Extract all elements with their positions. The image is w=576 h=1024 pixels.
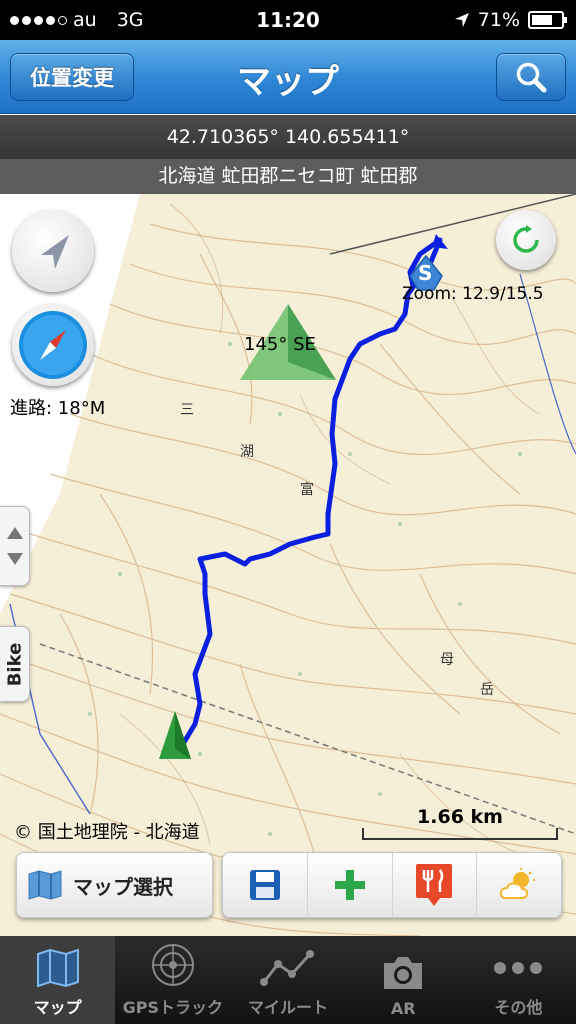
add-button[interactable] xyxy=(308,853,393,917)
tab-more[interactable]: その他 xyxy=(461,936,576,1024)
svg-text:母: 母 xyxy=(440,652,454,668)
svg-text:湖: 湖 xyxy=(240,444,254,460)
tab-map-label: マップ xyxy=(33,998,82,1017)
compass-icon xyxy=(19,311,87,379)
battery-icon xyxy=(528,11,567,29)
tab-more-label: その他 xyxy=(494,998,543,1017)
scale-bar xyxy=(362,828,558,840)
radar-icon xyxy=(151,944,194,986)
coordinates-display: 42.710365° 140.655411° xyxy=(0,115,576,159)
restaurant-icon xyxy=(416,864,453,906)
bike-mode-tab[interactable]: Bike xyxy=(0,626,30,702)
zoom-level: Zoom: 12.9/15.5 xyxy=(402,284,544,304)
tab-bar: マップ GPSトラック マイルート AR その他 xyxy=(0,936,576,1024)
tab-my-route[interactable]: マイルート xyxy=(230,936,345,1024)
location-arrow-icon xyxy=(454,13,469,27)
up-down-arrows-icon xyxy=(6,527,23,565)
save-icon xyxy=(249,870,280,900)
restaurant-button[interactable] xyxy=(393,853,478,917)
svg-text:富: 富 xyxy=(300,481,314,498)
map-view[interactable]: 三湖富 母岳 S 145° SE Zoom: 12.9/15.5 進路: 18°… xyxy=(0,194,576,936)
scale-label: 1.66 km xyxy=(417,806,503,828)
refresh-button[interactable] xyxy=(496,210,556,270)
layer-toggle-tab[interactable] xyxy=(0,506,30,586)
start-marker-label: S xyxy=(418,261,433,285)
locate-button[interactable] xyxy=(12,210,94,292)
battery-percent: 71% xyxy=(477,9,520,31)
heading-label: 145° SE xyxy=(244,334,316,355)
status-right: 71% xyxy=(454,9,567,31)
map-select-button[interactable]: マップ選択 xyxy=(16,852,213,918)
weather-icon xyxy=(500,868,536,899)
svg-text:岳: 岳 xyxy=(480,682,494,698)
map-select-label: マップ選択 xyxy=(73,874,173,899)
add-icon xyxy=(334,870,365,900)
bike-mode-label: Bike xyxy=(4,642,25,686)
navigation-bar: 位置変更 マップ xyxy=(0,40,576,114)
tab-map[interactable]: マップ xyxy=(0,936,116,1024)
map-copyright: © 国土地理院 - 北海道 xyxy=(14,822,200,843)
compass-button[interactable] xyxy=(12,304,94,386)
more-icon xyxy=(494,962,543,974)
route-icon xyxy=(260,950,314,986)
svg-text:三: 三 xyxy=(180,402,194,418)
address-display: 北海道 虻田郡ニセコ町 虻田郡 xyxy=(0,159,576,194)
refresh-icon xyxy=(513,225,539,253)
camera-icon xyxy=(384,957,423,989)
location-arrow-icon xyxy=(41,235,69,269)
course-label: 進路: 18°M xyxy=(10,398,106,419)
map-scale: 1.66 km xyxy=(362,804,558,844)
map-tools xyxy=(222,852,562,918)
page-title: マップ xyxy=(237,62,339,102)
map-icon xyxy=(36,948,79,988)
status-bar: au 3G 11:20 71% xyxy=(0,0,576,40)
search-icon xyxy=(516,62,547,93)
tab-ar-label: AR xyxy=(390,999,416,1018)
tab-ar[interactable]: AR xyxy=(346,936,461,1024)
search-button[interactable] xyxy=(496,53,566,101)
current-position-icon xyxy=(159,711,191,759)
map-icon xyxy=(28,870,62,900)
weather-button[interactable] xyxy=(477,853,561,917)
save-button[interactable] xyxy=(223,853,308,917)
tab-my-route-label: マイルート xyxy=(248,998,329,1017)
tab-gps-track-label: GPSトラック xyxy=(122,998,223,1017)
tab-gps-track[interactable]: GPSトラック xyxy=(115,936,230,1024)
